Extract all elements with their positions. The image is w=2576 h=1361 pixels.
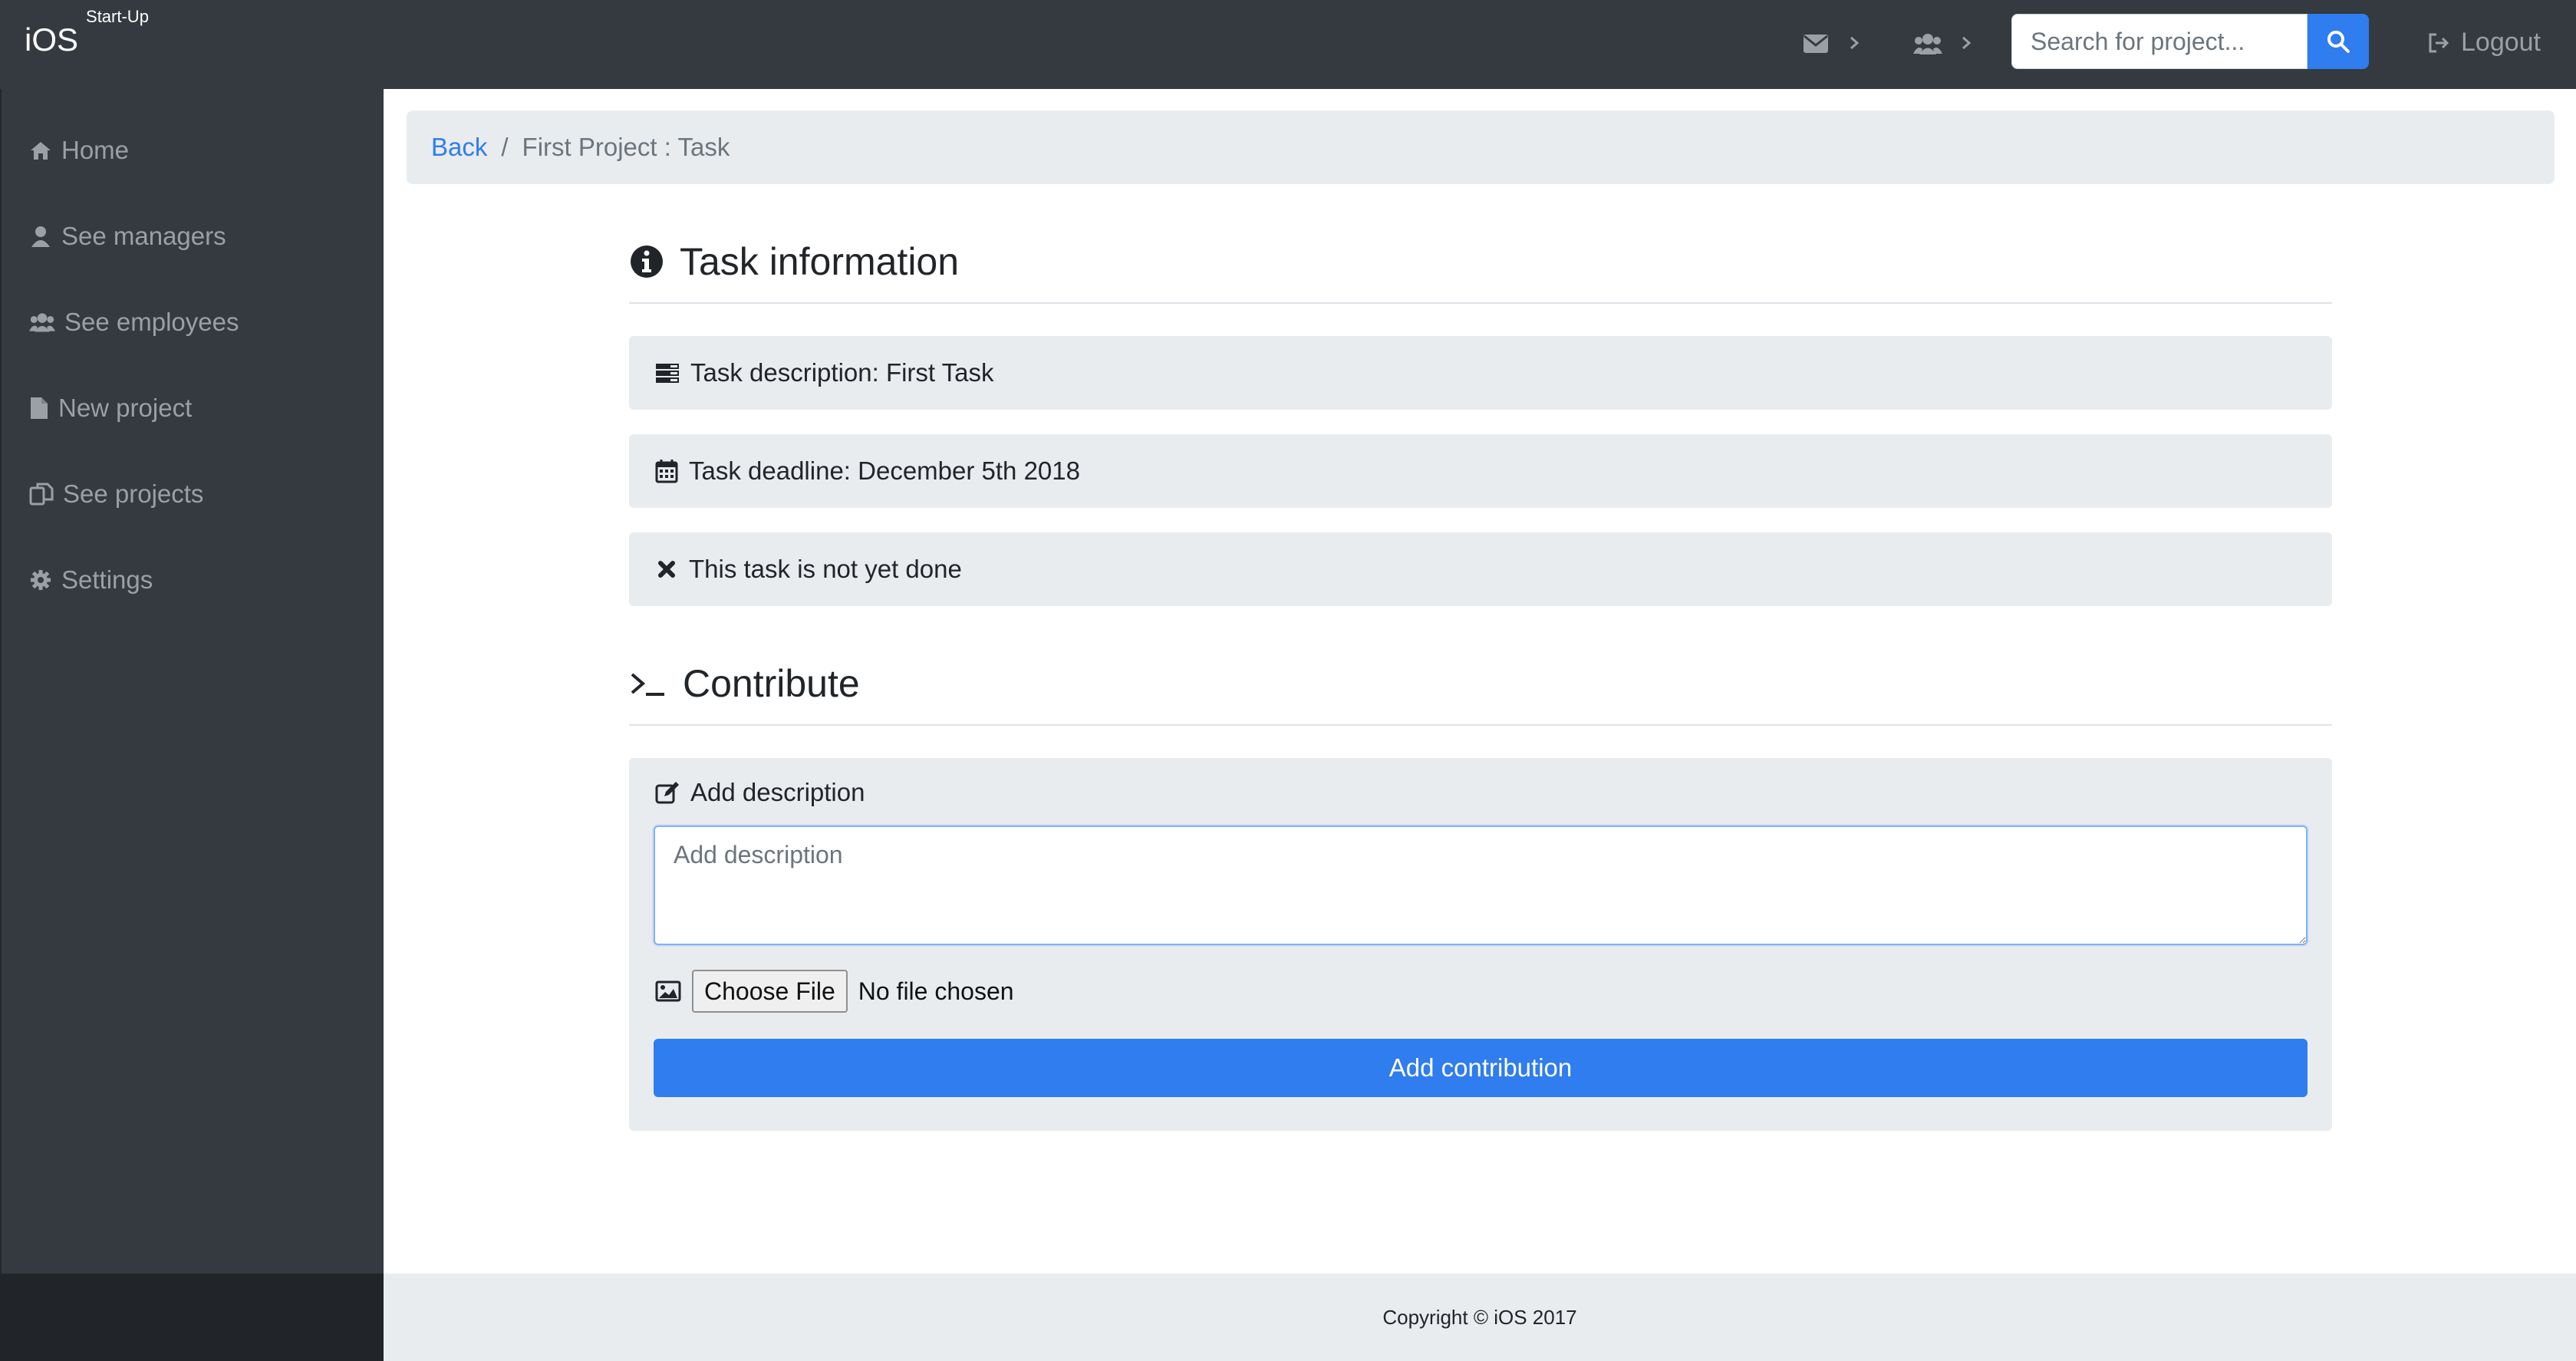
task-description-text: Task description: First Task <box>690 358 994 387</box>
close-icon <box>658 561 675 578</box>
brand-tagline: Start-Up <box>86 7 149 26</box>
sidebar: Home See managers See employees New proj… <box>0 89 384 1274</box>
brand-name: iOS <box>25 21 79 58</box>
sidebar-item-settings[interactable]: Settings <box>29 559 153 601</box>
image-icon <box>655 980 681 1002</box>
choose-file-button[interactable]: Choose File <box>692 970 848 1013</box>
calendar-icon <box>655 460 678 483</box>
sidebar-item-label: See managers <box>61 222 226 250</box>
task-deadline-text: Task deadline: December 5th 2018 <box>689 456 1080 485</box>
edit-icon <box>655 782 679 804</box>
tasks-list-icon <box>656 364 679 383</box>
sidebar-item-label: See projects <box>63 479 204 508</box>
task-deadline-box: Task deadline: December 5th 2018 <box>629 434 2332 508</box>
task-description-box: Task description: First Task <box>629 336 2332 410</box>
logout-link[interactable]: Logout <box>2427 28 2541 58</box>
gear-icon <box>31 570 51 590</box>
info-circle-icon <box>631 246 663 278</box>
sidebar-item-managers[interactable]: See managers <box>29 215 226 258</box>
search-button[interactable] <box>2308 14 2369 69</box>
search-icon <box>2327 31 2350 53</box>
file-upload-row: Choose File No file chosen <box>655 970 1014 1013</box>
chevron-right-icon[interactable] <box>1961 28 1973 62</box>
brand-logo[interactable]: iOS Start-Up <box>25 7 149 58</box>
logout-label: Logout <box>2461 28 2541 57</box>
sidebar-item-projects[interactable]: See projects <box>29 473 203 516</box>
users-icon <box>29 313 55 332</box>
add-description-label: Add description <box>655 778 865 807</box>
add-contribution-button[interactable]: Add contribution <box>654 1039 2308 1097</box>
file-status-text: No file chosen <box>858 977 1014 1005</box>
add-description-label-text: Add description <box>690 778 865 806</box>
breadcrumb-current: First Project : Task <box>522 133 730 161</box>
breadcrumb: Back / First Project : Task <box>407 110 2555 184</box>
task-status-text: This task is not yet done <box>689 555 962 583</box>
copyright-text: Copyright © iOS 2017 <box>1382 1305 1577 1329</box>
contribute-form: Add description Choose File No file chos… <box>629 758 2332 1131</box>
breadcrumb-back-link[interactable]: Back <box>431 133 487 162</box>
contribute-heading: Contribute <box>629 661 2332 726</box>
users-icon[interactable] <box>1913 26 1942 61</box>
envelope-icon[interactable] <box>1803 26 1829 61</box>
terminal-icon <box>631 673 664 696</box>
page-title: Task information <box>680 240 960 283</box>
section-title: Contribute <box>683 662 860 705</box>
sidebar-item-label: Settings <box>61 565 153 594</box>
task-information-heading: Task information <box>629 239 2332 304</box>
file-icon <box>31 397 48 419</box>
chevron-right-icon[interactable] <box>1849 28 1861 62</box>
sidebar-item-label: See employees <box>64 308 239 336</box>
task-status-box: This task is not yet done <box>629 532 2332 606</box>
sidebar-footer <box>0 1274 384 1361</box>
breadcrumb-separator: / <box>501 133 509 161</box>
top-navbar: iOS Start-Up Logout <box>0 0 2576 89</box>
user-icon <box>31 226 50 247</box>
home-icon <box>31 142 51 160</box>
sidebar-item-label: Home <box>61 136 130 164</box>
sidebar-item-employees[interactable]: See employees <box>29 301 239 344</box>
sign-out-icon <box>2429 33 2449 52</box>
sidebar-item-label: New project <box>58 394 193 422</box>
description-textarea[interactable] <box>654 825 2308 945</box>
copy-icon <box>29 483 54 506</box>
search-input[interactable] <box>2011 14 2308 69</box>
page-footer: Copyright © iOS 2017 <box>384 1274 2576 1361</box>
sidebar-item-home[interactable]: Home <box>29 129 129 172</box>
sidebar-item-new-project[interactable]: New project <box>29 387 192 430</box>
